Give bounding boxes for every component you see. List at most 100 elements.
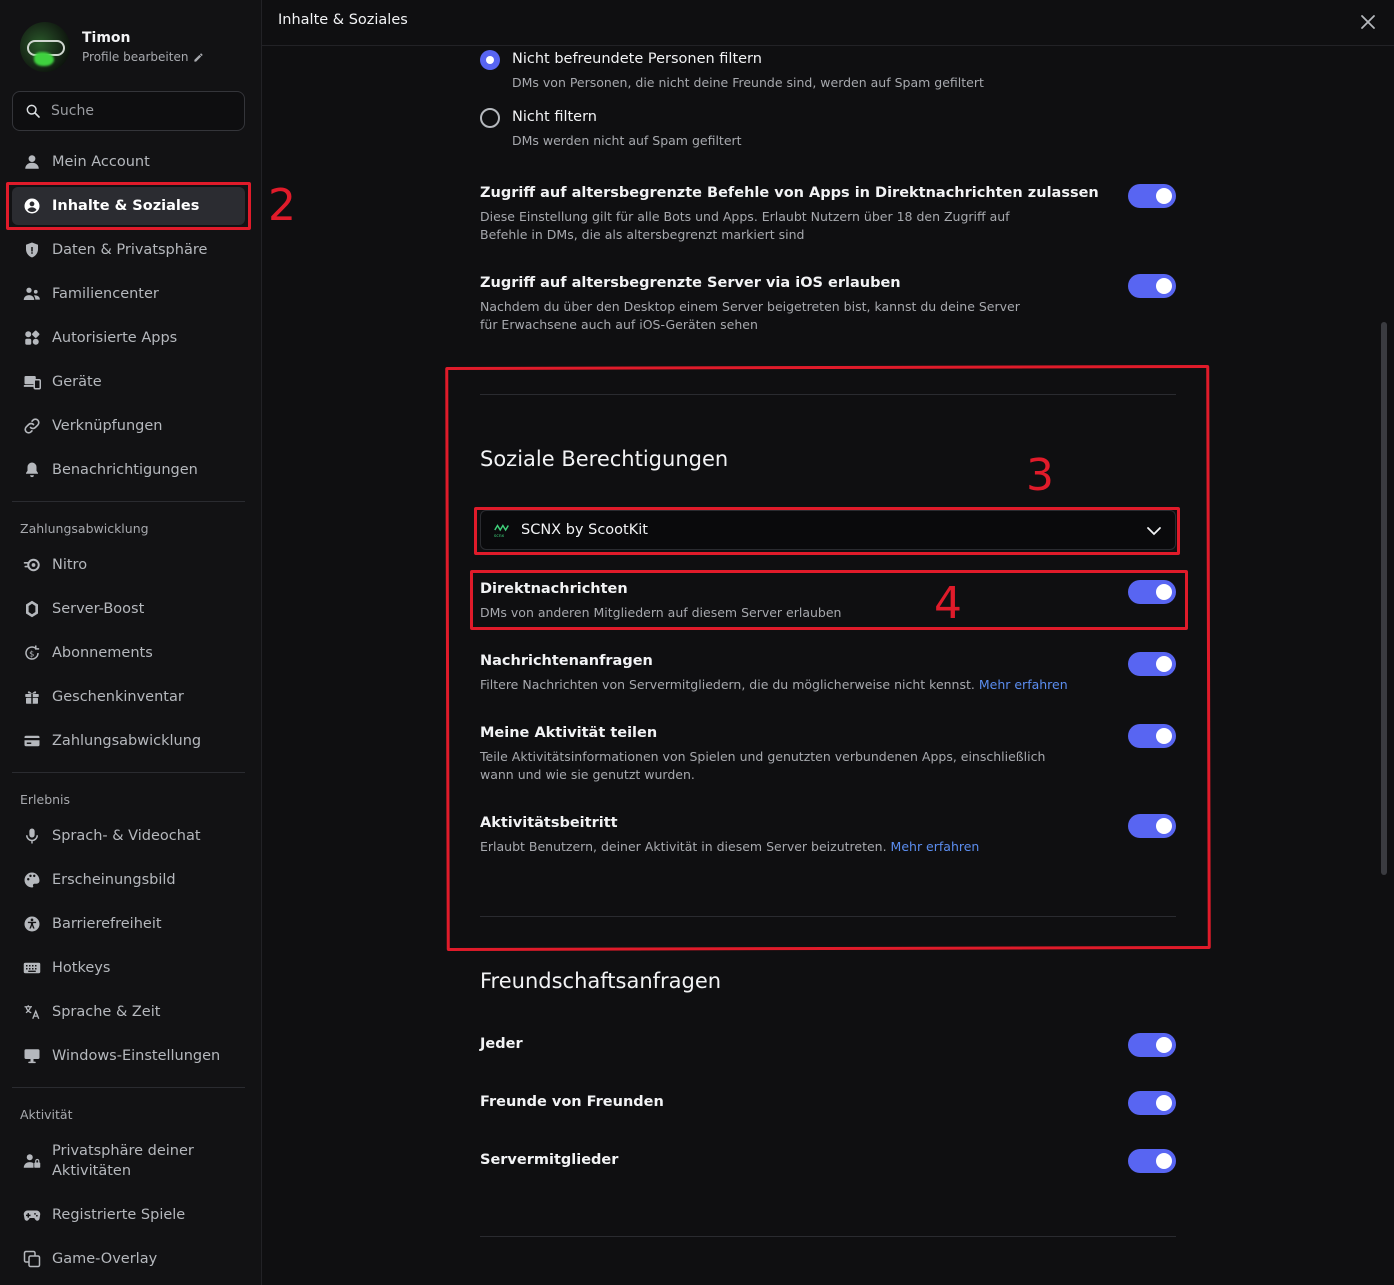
setting-desc: Teile Aktivitätsinformationen von Spiele… [480,749,1046,782]
translate-icon [22,1002,42,1022]
sidebar-item-label: Autorisierte Apps [52,330,178,346]
sidebar-item-label: Mein Account [52,154,150,170]
toggle-age-restricted-commands[interactable] [1128,184,1176,208]
content-social-icon [22,196,42,216]
sidebar-divider [12,501,245,502]
sidebar-item-accessibility[interactable]: Barrierefreiheit [12,905,245,943]
close-icon [1361,15,1375,29]
toggle-friend-requests-friends-of-friends[interactable] [1128,1091,1176,1115]
sidebar-item-subscriptions[interactable]: $ Abonnements [12,634,245,672]
sidebar-item-label: Windows-Einstellungen [52,1048,221,1064]
setting-title: Freunde von Freunden [480,1094,664,1110]
radio-option-title: Nicht befreundete Personen filtern [512,51,762,67]
sidebar-item-appearance[interactable]: Erscheinungsbild [12,861,245,899]
section-heading-social-permissions: Soziale Berechtigungen [480,447,729,471]
sidebar-item-label: Geschenkinventar [52,689,184,705]
section-label-activity: Aktivität [20,1107,73,1122]
radio-option-desc: DMs werden nicht auf Spam gefiltert [512,133,742,148]
setting-title: Jeder [480,1036,523,1052]
settings-window: Timon Profile bearbeiten Suche Mein Acco… [0,0,1394,1285]
radio-filter-non-friends[interactable] [480,50,500,70]
section-divider [480,394,1176,395]
sidebar-divider [12,1087,245,1088]
sidebar-item-label: Zahlungsabwicklung [52,733,202,749]
sidebar-item-windows-settings[interactable]: Windows-Einstellungen [12,1037,245,1075]
mic-icon [22,826,42,846]
sidebar-item-label: Nitro [52,557,88,573]
sidebar-item-hotkeys[interactable]: Hotkeys [12,949,245,987]
edit-profile-link[interactable]: Profile bearbeiten [82,50,204,64]
svg-text:scnx: scnx [494,534,505,539]
svg-text:$: $ [29,648,34,658]
sidebar-item-label: Registrierte Spiele [52,1207,186,1223]
setting-desc: DMs von anderen Mitgliedern auf diesem S… [480,605,842,620]
setting-title: Zugriff auf altersbegrenzte Befehle von … [480,185,1099,201]
bell-icon [22,460,42,480]
search-input[interactable]: Suche [12,91,245,131]
user-icon [22,152,42,172]
sidebar-item-label: Geräte [52,374,102,390]
sidebar-item-devices[interactable]: Geräte [12,363,245,401]
monitor-icon [22,1046,42,1066]
sidebar-item-billing[interactable]: Zahlungsabwicklung [12,722,245,760]
card-icon [22,731,42,751]
sidebar-item-server-boost[interactable]: Server-Boost [12,590,245,628]
sidebar-item-label: Barrierefreiheit [52,916,162,932]
section-divider [480,1236,1176,1237]
profile-text: Timon Profile bearbeiten [82,30,204,64]
sidebar-item-label: Erscheinungsbild [52,872,176,888]
sidebar-item-authorized-apps[interactable]: Autorisierte Apps [12,319,245,357]
page-title: Inhalte & Soziales [278,12,408,28]
toggle-activity-join[interactable] [1128,814,1176,838]
sidebar-item-content-social[interactable]: Inhalte & Soziales [12,187,245,225]
setting-desc: Filtere Nachrichten von Servermitglieder… [480,676,1068,694]
sidebar-item-family-center[interactable]: Familiencenter [12,275,245,313]
toggle-direct-messages[interactable] [1128,580,1176,604]
sidebar-item-registered-games[interactable]: Registrierte Spiele [12,1196,245,1234]
sidebar-item-notifications[interactable]: Benachrichtigungen [12,451,245,489]
sidebar-item-label: Daten & Privatsphäre [52,242,208,258]
toggle-share-activity[interactable] [1128,724,1176,748]
sidebar-item-label: Sprache & Zeit [52,1004,161,1020]
scrollbar-thumb[interactable] [1381,322,1387,875]
learn-more-link[interactable]: Mehr erfahren [979,677,1068,692]
server-select-dropdown[interactable]: scnx SCNX by ScootKit [480,510,1176,550]
toggle-friend-requests-server-members[interactable] [1128,1149,1176,1173]
section-divider [480,916,1176,917]
sidebar-item-activity-privacy[interactable]: Privatsphäre deiner Aktivitäten [12,1136,245,1186]
learn-more-link[interactable]: Mehr erfahren [891,839,980,854]
setting-title: Servermitglieder [480,1152,619,1168]
sidebar-item-gift-inventory[interactable]: Geschenkinventar [12,678,245,716]
sidebar-item-label: Server-Boost [52,601,145,617]
toggle-age-restricted-ios[interactable] [1128,274,1176,298]
subscription-icon: $ [22,643,42,663]
setting-title: Direktnachrichten [480,581,628,597]
sidebar-item-voice-video[interactable]: Sprach- & Videochat [12,817,245,855]
annotation-number-2: 2 [268,180,296,231]
toggle-message-requests[interactable] [1128,652,1176,676]
sidebar-item-label: Sprach- & Videochat [52,828,201,844]
sidebar-item-connections[interactable]: Verknüpfungen [12,407,245,445]
radio-no-filter[interactable] [480,108,500,128]
sidebar-item-nitro[interactable]: Nitro [12,546,245,584]
toggle-friend-requests-everyone[interactable] [1128,1033,1176,1057]
sidebar-item-language-time[interactable]: Sprache & Zeit [12,993,245,1031]
sidebar-item-data-privacy[interactable]: Daten & Privatsphäre [12,231,245,269]
accessibility-icon [22,914,42,934]
profile-card[interactable]: Timon Profile bearbeiten [20,22,204,72]
family-icon [22,284,42,304]
gamepad-icon [22,1205,42,1225]
avatar[interactable] [20,22,70,72]
sidebar-item-game-overlay[interactable]: Game-Overlay [12,1240,245,1278]
sidebar-item-label: Privatsphäre deiner Aktivitäten [52,1143,194,1179]
server-icon: scnx [493,521,511,539]
overlay-icon [22,1249,42,1269]
close-button[interactable] [1356,10,1380,34]
content-header: Inhalte & Soziales [262,0,1394,46]
sidebar-item-my-account[interactable]: Mein Account [12,143,245,181]
profile-name: Timon [82,30,131,46]
server-select-value: SCNX by ScootKit [521,522,648,538]
section-label-experience: Erlebnis [20,792,71,807]
activity-privacy-icon [22,1151,42,1171]
sidebar-item-label: Familiencenter [52,286,159,302]
